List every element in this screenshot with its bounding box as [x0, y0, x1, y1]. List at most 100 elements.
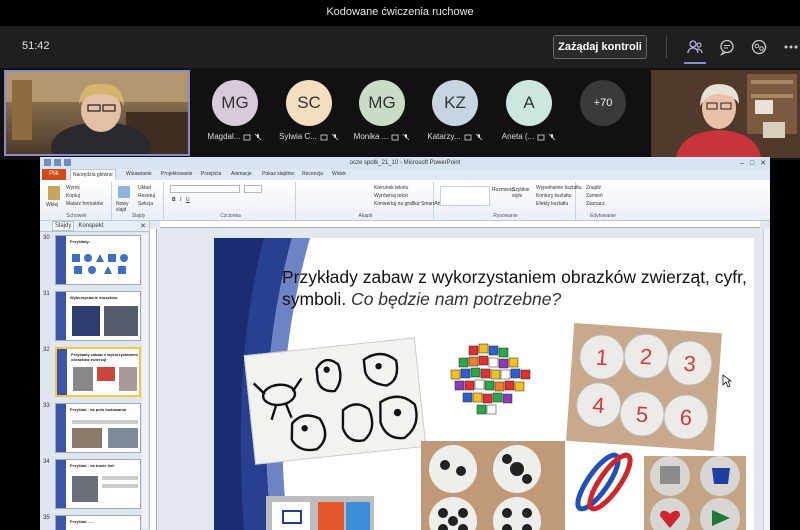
participant-video-left[interactable]: [4, 70, 190, 156]
editor-scrollbar[interactable]: [763, 229, 770, 530]
tab-transitions[interactable]: Przejścia: [201, 169, 221, 180]
participant-tile[interactable]: SC Sylwia C...: [274, 80, 344, 141]
shared-screen: ocze spotk_21_10 - Microsoft PowerPoint …: [40, 157, 770, 530]
paste-icon[interactable]: [48, 186, 60, 200]
shapes-cards-photo: [266, 496, 374, 530]
more-icon[interactable]: [782, 38, 800, 56]
bold-button[interactable]: B: [172, 197, 176, 203]
number-label: 4: [592, 392, 606, 418]
shape-fill-button[interactable]: Wypełnienie kształtu: [536, 185, 582, 191]
tab-animations[interactable]: Animacje: [231, 169, 252, 180]
slide-title-sub: Co będzie nam potrzebne?: [346, 289, 562, 309]
italic-button[interactable]: I: [180, 197, 181, 203]
shapes-gallery[interactable]: [440, 186, 490, 206]
mic-off-icon: [475, 133, 482, 140]
participant-video-right[interactable]: [651, 70, 800, 158]
participant-name: Aneta (...: [501, 132, 535, 141]
tab-slides[interactable]: Slajdy: [52, 221, 75, 231]
font-name-input[interactable]: [170, 185, 240, 193]
avatar-initials: SC: [297, 93, 321, 112]
window-title: Kodowane ćwiczenia ruchowe: [326, 6, 474, 18]
number-circles-image: 1 2 3 4 5 6: [576, 333, 713, 440]
slide-thumbnail[interactable]: 30 Przykłady...: [43, 235, 143, 287]
align-text-button[interactable]: Wyrównaj tekst: [374, 193, 408, 199]
participant-video-image: [651, 70, 800, 158]
slide-thumbnail-selected[interactable]: 32 Przykłady zabaw z wykorzystaniem obra…: [43, 347, 143, 399]
tab-outline[interactable]: Konspekt: [78, 223, 103, 229]
tab-view[interactable]: Widok: [332, 169, 346, 180]
new-slide-button[interactable]: Nowy slajd: [116, 201, 136, 213]
more-participants[interactable]: +70: [568, 80, 638, 126]
slide-thumbnail[interactable]: 31 Wykorzystanie obrazków: [43, 291, 143, 343]
new-slide-icon[interactable]: [118, 186, 130, 198]
thumbnail-title: Przykłady...: [70, 239, 92, 244]
participant-name: Katarzy...: [427, 132, 461, 141]
find-button[interactable]: Znajdź: [586, 185, 601, 191]
hoops-image: [575, 452, 633, 512]
people-icon[interactable]: [686, 38, 704, 56]
tab-insert[interactable]: Wstawianie: [126, 169, 152, 180]
shape-effects-button[interactable]: Efekty kształtu: [536, 201, 568, 207]
font-size-input[interactable]: [244, 185, 262, 193]
hand-icon: [537, 134, 545, 140]
tab-review[interactable]: Recenzja: [302, 169, 323, 180]
smartart-button[interactable]: Konwertuj na grafikę SmartArt: [374, 201, 441, 207]
participant-tile[interactable]: A Aneta (...: [494, 80, 564, 141]
vertical-ruler: [150, 229, 157, 530]
cut-button[interactable]: Wytnij: [66, 185, 80, 191]
group-clipboard: Wklej Wytnij Kopiuj Malarz formatów Scho…: [42, 182, 112, 220]
rooms-icon[interactable]: [750, 38, 768, 56]
participant-tile[interactable]: MG Magdal...: [200, 80, 270, 141]
hand-icon: [391, 134, 399, 140]
tab-slideshow[interactable]: Pokaz slajdów: [262, 169, 294, 180]
text-direction-button[interactable]: Kierunek tekstu: [374, 185, 408, 191]
slide-canvas[interactable]: Przykłady zabaw z wykorzystaniem obrazkó…: [214, 238, 754, 530]
group-label: Slajdy: [131, 213, 146, 219]
chat-icon[interactable]: [718, 38, 736, 56]
ppt-titlebar: ocze spotk_21_10 - Microsoft PowerPoint …: [40, 157, 770, 169]
paste-button[interactable]: Wklej: [46, 202, 58, 208]
arrange-button[interactable]: Rozmieść: [492, 187, 514, 193]
thumbnail-title: Wykorzystanie obrazków: [70, 295, 118, 300]
participant-tile[interactable]: MG Monika ...: [347, 80, 417, 141]
group-label: Edytowanie: [590, 213, 616, 219]
redo-icon[interactable]: [64, 159, 71, 166]
pane-scrollbar[interactable]: [142, 233, 148, 529]
animal-drawings-image: [252, 352, 418, 452]
layout-button[interactable]: Układ: [138, 185, 151, 191]
save-icon[interactable]: [44, 159, 51, 166]
reset-button[interactable]: Resetuj: [138, 193, 155, 199]
window-titlebar: Kodowane ćwiczenia ruchowe: [0, 0, 800, 26]
underline-button[interactable]: U: [186, 197, 190, 203]
slide-thumbnail[interactable]: 33 Przykład - na polu kodowania: [43, 403, 143, 455]
thumbnail-title: Przykład - na polu kodowania: [70, 407, 127, 412]
select-button[interactable]: Zaznacz: [586, 201, 605, 207]
mic-off-icon: [255, 133, 262, 140]
tab-design[interactable]: Projektowanie: [161, 169, 192, 180]
section-button[interactable]: Sekcja: [138, 201, 153, 207]
slide-thumbnail[interactable]: 35 Przykład - ...: [43, 515, 143, 530]
participant-name: Magdal...: [207, 132, 241, 141]
replace-button[interactable]: Zamień: [586, 193, 603, 199]
participant-tile[interactable]: KZ Katarzy...: [420, 80, 490, 141]
group-font: B I U Czcionka: [166, 182, 296, 220]
animal-drawings-photo: [243, 337, 427, 465]
format-painter-button[interactable]: Malarz formatów: [66, 201, 103, 207]
group-drawing: Rozmieść Szybkie style Wypełnienie kszta…: [436, 182, 582, 220]
copy-button[interactable]: Kopiuj: [66, 193, 80, 199]
close-icon[interactable]: ✕: [140, 222, 146, 230]
mic-off-icon: [403, 133, 410, 140]
undo-icon[interactable]: [54, 159, 61, 166]
ribbon: Wklej Wytnij Kopiuj Malarz formatów Scho…: [40, 180, 770, 221]
group-label: Schowek: [66, 213, 87, 219]
shape-outline-button[interactable]: Kontury kształtu: [536, 193, 572, 199]
quick-access-toolbar: [44, 159, 71, 166]
slide-title: Przykłady zabaw z wykorzystaniem obrazkó…: [282, 266, 754, 310]
tab-file[interactable]: Plik: [42, 169, 66, 180]
thumbnail-title: Przykład - ...: [70, 519, 94, 524]
request-control-button[interactable]: Zażądaj kontroli: [553, 35, 647, 59]
quick-styles-button[interactable]: Szybkie style: [512, 187, 534, 199]
meeting-timer: 51:42: [22, 40, 50, 52]
dice-photo: [439, 338, 549, 420]
slide-thumbnail[interactable]: 34 Przykład - na trasie linii: [43, 459, 143, 511]
